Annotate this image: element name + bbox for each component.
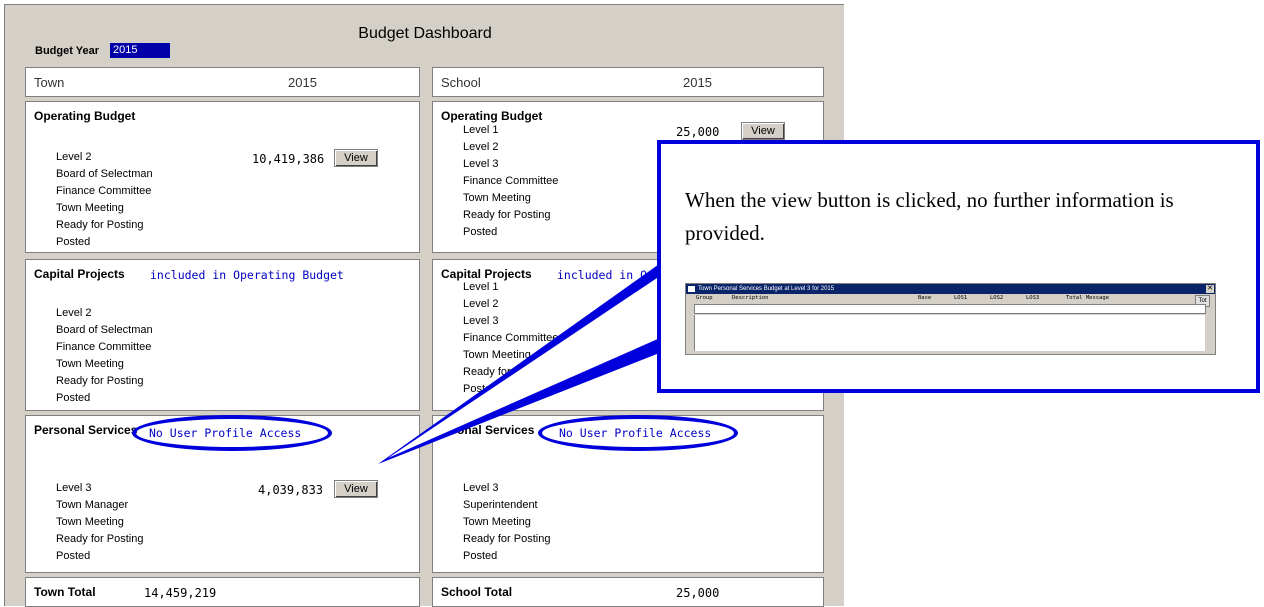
callout-text: When the view button is clicked, no furt… (685, 188, 1174, 245)
close-icon[interactable]: ✕ (1206, 285, 1214, 293)
mini-window-title: Town Personal Services Budget at Level 3… (686, 284, 1215, 294)
column-header: Base (918, 295, 932, 301)
highlight-ellipse (132, 415, 332, 451)
column-header: LOS1 (954, 295, 968, 301)
column-header: LOS2 (990, 295, 1004, 301)
column-header: Total Message (1066, 295, 1110, 301)
column-header: LOS3 (1026, 295, 1040, 301)
mini-window: Town Personal Services Budget at Level 3… (685, 283, 1216, 355)
window-icon (688, 286, 695, 292)
callout-box: When the view button is clicked, no furt… (657, 140, 1260, 393)
mini-grid-area (694, 315, 1205, 351)
column-header: Group (696, 295, 713, 301)
column-header: Description (732, 295, 769, 301)
mini-input-row[interactable] (694, 304, 1206, 314)
highlight-ellipse (538, 415, 738, 451)
